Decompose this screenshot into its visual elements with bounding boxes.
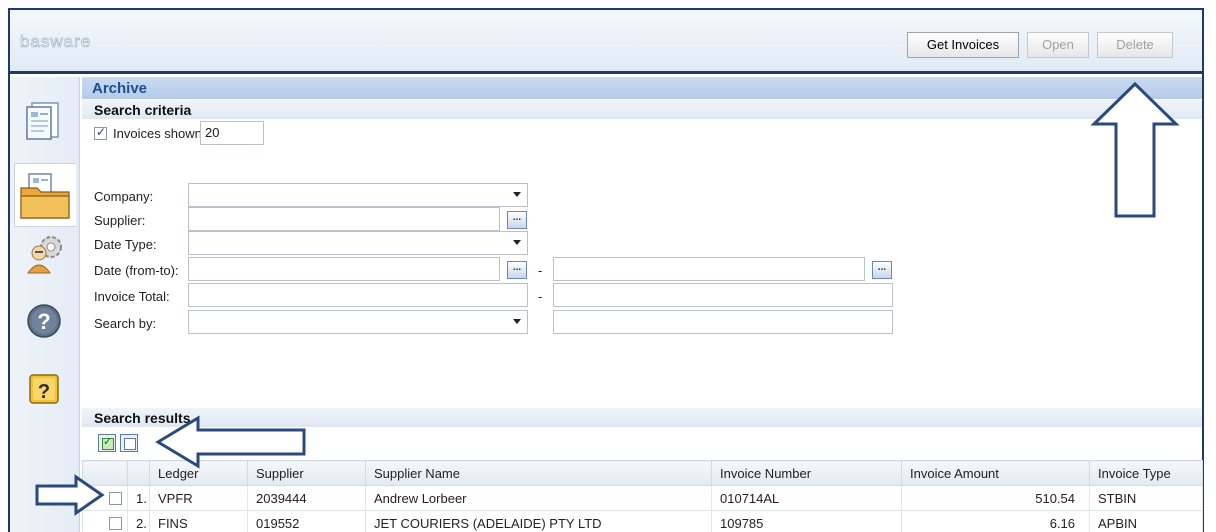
- invoice-number-cell: 109785: [711, 510, 902, 532]
- invoices-shown-checkbox[interactable]: [94, 125, 107, 140]
- date-type-select[interactable]: [188, 231, 528, 255]
- supplier-cell: 2039444: [247, 485, 366, 511]
- deselect-all-button[interactable]: [120, 434, 138, 452]
- help-icon[interactable]: ?: [22, 299, 66, 343]
- main-panel: Archive Search criteria Invoices shown 2…: [82, 77, 1203, 532]
- row-checkbox[interactable]: [109, 492, 122, 505]
- company-label: Company:: [94, 189, 154, 204]
- date-to-calendar-button[interactable]: ...: [872, 261, 892, 279]
- date-from-to-label: Date (from-to):: [94, 263, 179, 278]
- search-results-title: Search results: [94, 410, 191, 426]
- row-number: 1.: [127, 485, 150, 511]
- admin-settings-icon[interactable]: [22, 233, 66, 277]
- row-number: 2.: [127, 510, 150, 532]
- invoice-total-to-input[interactable]: [553, 283, 893, 307]
- invoice-amount-cell: 510.54: [901, 485, 1090, 511]
- company-select[interactable]: [188, 183, 528, 207]
- column-header-invoice-amount[interactable]: Invoice Amount: [901, 460, 1090, 486]
- row-checkbox[interactable]: [109, 517, 122, 530]
- invoice-amount-cell: 6.16: [901, 510, 1090, 532]
- basware-logo: basware: [20, 32, 92, 52]
- document-icon[interactable]: [22, 99, 66, 143]
- date-to-input[interactable]: [553, 257, 865, 281]
- table-row[interactable]: 1. VPFR 2039444 Andrew Lorbeer 010714AL …: [82, 485, 1203, 511]
- search-by-select[interactable]: [188, 310, 528, 334]
- select-all-button[interactable]: [98, 434, 116, 452]
- search-results-bar: Search results: [82, 407, 1202, 427]
- column-header-invoice-type[interactable]: Invoice Type: [1089, 460, 1203, 486]
- results-table: Ledger Supplier Supplier Name Invoice Nu…: [82, 460, 1203, 532]
- search-criteria-title: Search criteria: [94, 102, 192, 118]
- row-select-cell: [82, 510, 128, 532]
- invoice-type-cell: APBIN: [1089, 510, 1203, 532]
- invoice-type-cell: STBIN: [1089, 485, 1203, 511]
- invoices-shown-input[interactable]: 20: [200, 121, 264, 145]
- chevron-down-icon: [513, 192, 521, 197]
- ledger-cell: FINS: [149, 510, 248, 532]
- supplier-browse-button[interactable]: ...: [507, 211, 527, 229]
- column-header-select: [82, 460, 128, 486]
- supplier-cell: 019552: [247, 510, 366, 532]
- search-by-label: Search by:: [94, 316, 157, 331]
- search-by-value-input[interactable]: [553, 310, 893, 334]
- table-header-row: Ledger Supplier Supplier Name Invoice Nu…: [82, 460, 1203, 486]
- ledger-cell: VPFR: [149, 485, 248, 511]
- invoices-shown-label: Invoices shown: [113, 126, 202, 141]
- date-type-label: Date Type:: [94, 237, 157, 252]
- supplier-name-cell: Andrew Lorbeer: [365, 485, 712, 511]
- search-criteria-bar: Search criteria: [82, 99, 1202, 119]
- svg-text:?: ?: [38, 381, 50, 403]
- column-header-supplier[interactable]: Supplier: [247, 460, 366, 486]
- sidebar: ? ?: [10, 77, 80, 532]
- get-invoices-button[interactable]: Get Invoices: [907, 32, 1019, 58]
- date-from-calendar-button[interactable]: ...: [507, 261, 527, 279]
- invoice-number-cell: 010714AL: [711, 485, 902, 511]
- table-row[interactable]: 2. FINS 019552 JET COURIERS (ADELAIDE) P…: [82, 510, 1203, 532]
- row-select-cell: [82, 485, 128, 511]
- archive-folder-icon[interactable]: [14, 163, 76, 227]
- open-button[interactable]: Open: [1027, 32, 1089, 58]
- page-title: Archive: [92, 80, 148, 97]
- chevron-down-icon: [513, 319, 521, 324]
- invoice-total-from-input[interactable]: [188, 283, 528, 307]
- svg-text:?: ?: [37, 309, 50, 334]
- header-bar: basware Get Invoices Open Delete: [10, 10, 1202, 74]
- supplier-label: Supplier:: [94, 213, 146, 228]
- column-header-number: [127, 460, 150, 486]
- top-strip: [0, 0, 1216, 8]
- chevron-down-icon: [513, 240, 521, 245]
- supplier-name-cell: JET COURIERS (ADELAIDE) PTY LTD: [365, 510, 712, 532]
- application-window: basware Get Invoices Open Delete ? ? Arc…: [8, 8, 1204, 532]
- archive-title-bar: Archive: [82, 77, 1202, 99]
- key-icon[interactable]: ?: [22, 367, 66, 411]
- invoice-total-label: Invoice Total:: [94, 289, 170, 304]
- column-header-ledger[interactable]: Ledger: [149, 460, 248, 486]
- date-from-input[interactable]: [188, 257, 500, 281]
- delete-button[interactable]: Delete: [1097, 32, 1173, 58]
- invoice-total-dash: -: [538, 289, 543, 304]
- date-range-dash: -: [538, 263, 543, 278]
- supplier-input[interactable]: [188, 207, 500, 231]
- column-header-supplier-name[interactable]: Supplier Name: [365, 460, 712, 486]
- column-header-invoice-number[interactable]: Invoice Number: [711, 460, 902, 486]
